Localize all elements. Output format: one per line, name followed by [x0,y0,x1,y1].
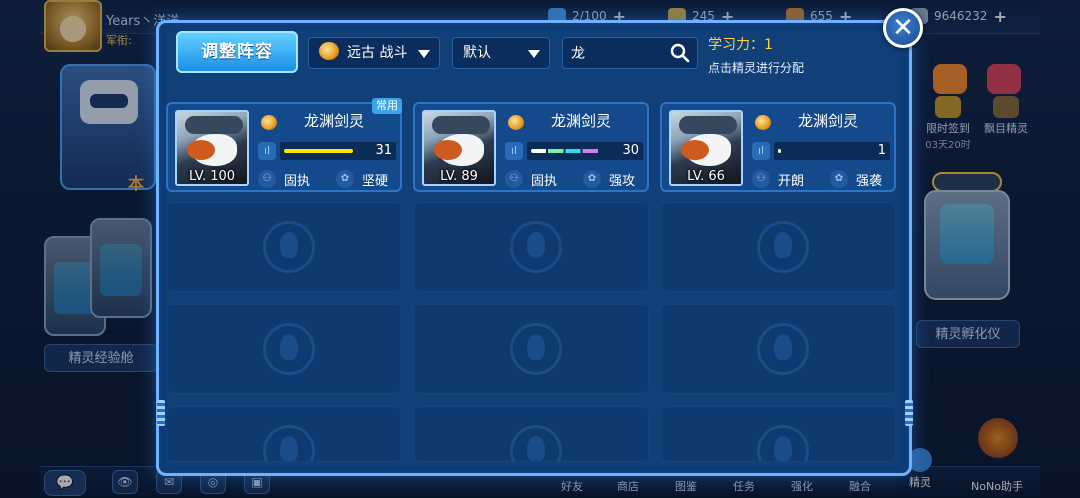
talent-icon: ıl [752,142,770,160]
sprite-level: LV. 100 [188,169,236,184]
close-button[interactable]: ✕ [883,8,923,48]
empty-slot-icon [510,425,562,461]
talent-value: 31 [375,143,392,158]
empty-slot[interactable] [413,406,649,462]
empty-slot[interactable] [166,202,402,292]
talent-icon: ıl [505,142,523,160]
talent-value: 1 [877,143,886,158]
trait-row: ⚇ 开朗 ✿ 强袭 [752,170,894,189]
nature-label: 固执 [531,174,558,189]
talent-fill [778,149,781,153]
ancient-element-icon [508,115,524,130]
portrait-horn [679,116,737,134]
talent-fill [284,149,353,153]
trait-label: 坚硬 [362,174,389,189]
empty-slot[interactable] [660,304,896,394]
trait-icon: ✿ [583,170,601,188]
nature-icon: ⚇ [258,170,276,188]
portrait-face [434,134,484,166]
dialog-edge-handle-right [905,400,913,426]
portrait-horn [432,116,490,134]
empty-slot[interactable] [413,304,649,394]
talent-value: 30 [622,143,639,158]
sprite-name: 龙渊剑灵 [550,112,611,130]
talent-icon: ıl [258,142,276,160]
search-icon[interactable] [670,43,690,63]
sprite-grid: LV. 100 龙渊剑灵 ıl 31 ⚇ 固执 ✿ 坚硬 常用 LV. 89 龙… [166,98,898,468]
learn-hint: 点击精灵进行分配 [708,61,805,75]
sprite-card[interactable]: LV. 100 龙渊剑灵 ıl 31 ⚇ 固执 ✿ 坚硬 常用 [166,98,402,192]
talent-bar: 1 [774,142,890,160]
dialog-edge-handle-left [157,400,165,426]
empty-slot[interactable] [660,202,896,292]
sprite-portrait: LV. 89 [422,110,496,186]
ancient-element-icon [755,115,771,130]
sort-select[interactable]: 默认 [452,37,550,69]
sort-value: 默认 [463,45,491,61]
portrait-face [681,134,731,166]
empty-slot-icon [263,323,315,375]
sprite-card[interactable]: LV. 66 龙渊剑灵 ıl 1 ⚇ 开朗 ✿ 强袭 [660,102,896,192]
empty-slot-icon [510,221,562,273]
talent-bar: 31 [280,142,396,160]
portrait-horn [185,116,243,134]
empty-slot-icon [757,221,809,273]
empty-slot-icon [263,425,315,461]
empty-slot[interactable] [166,406,402,462]
empty-slot-icon [263,221,315,273]
game-screen: Years丶洋洋 军衔: 2/100 + 245 + 655 + 9646232… [0,0,1080,498]
trait-icon: ✿ [336,170,354,188]
element-filter-select[interactable]: 远古 战斗 [308,37,440,69]
sprite-name: 龙渊剑灵 [797,112,858,130]
nature-label: 固执 [284,174,311,189]
trait-row: ⚇ 固执 ✿ 强攻 [505,170,647,189]
chevron-down-icon [528,50,540,58]
learn-power: 学习力：1 [708,37,773,53]
ancient-element-icon [319,42,339,60]
sprite-portrait: LV. 66 [669,110,743,186]
empty-slot[interactable] [413,202,649,292]
empty-slot[interactable] [166,304,402,394]
sprite-level: LV. 89 [440,169,478,184]
chevron-down-icon [418,50,430,58]
sprite-level: LV. 66 [687,169,725,184]
adjust-team-button[interactable]: 调整阵容 [176,31,298,73]
empty-slot[interactable] [660,406,896,462]
sprite-name: 龙渊剑灵 [303,112,364,130]
element-filter-value: 远古 战斗 [347,45,408,61]
sprite-portrait: LV. 100 [175,110,249,186]
nature-label: 开朗 [778,174,805,189]
nature-icon: ⚇ [752,170,770,188]
empty-slot-icon [510,323,562,375]
sprite-card[interactable]: LV. 89 龙渊剑灵 ıl 30 ⚇ 固执 ✿ 强攻 [413,102,649,192]
talent-bar: 30 [527,142,643,160]
trait-label: 强攻 [609,174,636,189]
portrait-face [187,134,237,166]
empty-slot-icon [757,425,809,461]
trait-row: ⚇ 固执 ✿ 坚硬 [258,170,400,189]
nature-icon: ⚇ [505,170,523,188]
frequent-badge: 常用 [372,98,402,114]
trait-label: 强袭 [856,174,883,189]
empty-slot-icon [757,323,809,375]
trait-icon: ✿ [830,170,848,188]
ancient-element-icon [261,115,277,130]
talent-fill [531,149,600,153]
